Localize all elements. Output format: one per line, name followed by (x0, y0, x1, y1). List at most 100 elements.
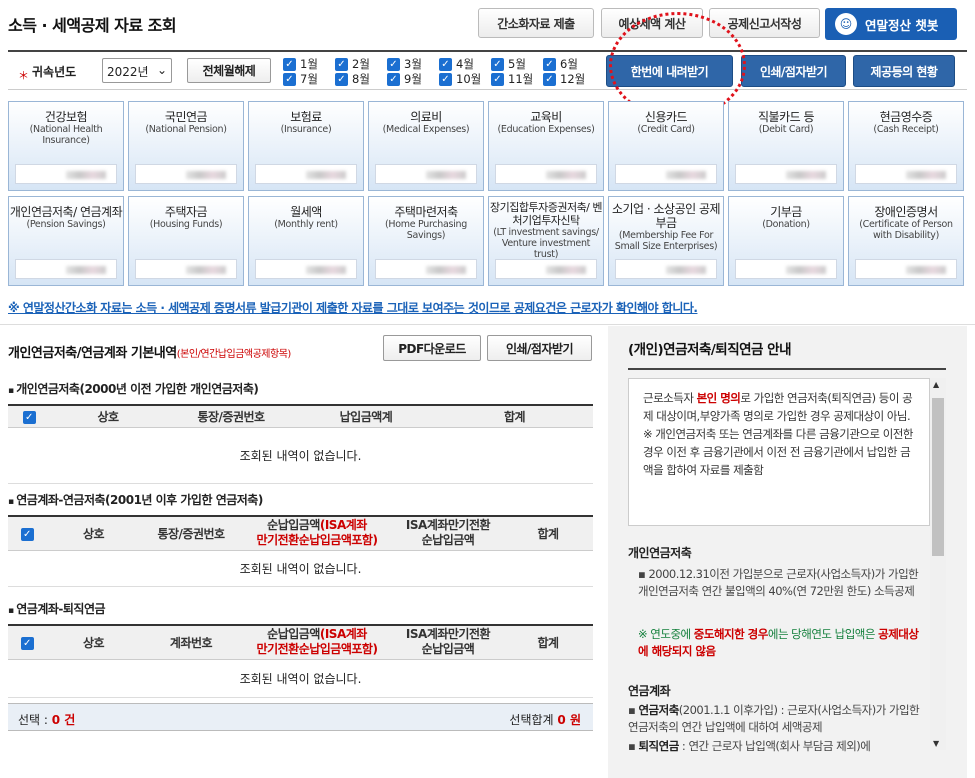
scroll-up-icon[interactable]: ▲ (933, 380, 939, 389)
checkbox-icon: ✓ (335, 57, 348, 71)
card-health-insurance[interactable]: 건강보험 (National Health Insurance) (8, 101, 124, 191)
submit-simplified-data-button[interactable]: 간소화자료 제출 (478, 8, 594, 38)
guide-heading-pension-account: 연금계좌 (628, 684, 671, 698)
guide-text-2: ▪ 연금저축(2001.1.1 이후가입) : 근로자(사업소득자)가 가입한 … (628, 703, 920, 734)
month-checkboxes: ✓ 1월 ✓ 2월 ✓ 3월 ✓ 4월 ✓ 5월 ✓ 6월 ✓ 7월 ✓ 8월 ✓ 9월 ✓ 10월… (283, 57, 595, 86)
card-credit-card[interactable]: 신용카드 (Credit Card) (608, 101, 724, 191)
card-lt-investment-savings[interactable]: 장기집합투자증권저축/ 벤처기업투자신탁 (LT investment savin… (488, 196, 604, 286)
card-education-expenses[interactable]: 교육비 (Education Expenses) (488, 101, 604, 191)
amount-field (375, 164, 477, 184)
scroll-thumb[interactable] (932, 398, 944, 556)
checkbox-icon: ✓ (22, 410, 36, 424)
summary-bar: 선택 : 0 건 선택합계 0 원 (8, 703, 593, 731)
checkbox-icon: ✓ (543, 57, 556, 71)
table-personal-pension: ✓ 상호 통장/증권번호 납입금액계 합계 조회된 내역이 없습니다. (8, 404, 593, 484)
card-small-enterprise-fee[interactable]: 소기업 · 소상공인 공제부금 (Membership Fee For Small… (608, 196, 724, 286)
month-checkbox[interactable]: ✓ 11월 (491, 72, 543, 86)
month-checkbox[interactable]: ✓ 2월 (335, 57, 387, 71)
checkbox-icon: ✓ (20, 527, 34, 541)
amount-field (135, 164, 237, 184)
scroll-down-icon[interactable]: ▼ (933, 739, 939, 748)
clear-all-months-button[interactable]: 전체월해제 (187, 58, 271, 83)
scrollbar[interactable]: ▲ ▼ (930, 378, 946, 750)
required-mark: ＊ (18, 69, 29, 82)
card-debit-card[interactable]: 직불카드 등 (Debit Card) (728, 101, 844, 191)
amount-field (855, 164, 957, 184)
month-checkbox[interactable]: ✓ 3월 (387, 57, 439, 71)
checkbox-icon: ✓ (283, 57, 296, 71)
table-retirement-pension: ✓ 상호 계좌번호 순납입금액(ISA계좌 만기전환순납입금액포함) ISA계좌만… (8, 624, 593, 698)
notice-text: ※ 연말정산간소화 자료는 소득 · 세액공제 증명서류 발급기관이 제출한 자… (8, 301, 698, 315)
checkbox-icon: ✓ (387, 57, 400, 71)
guide-title: (개인)연금저축/퇴직연금 안내 (628, 338, 946, 370)
month-checkbox[interactable]: ✓ 1월 (283, 57, 335, 71)
chatbot-button[interactable]: ☺ 연말정산 챗봇 (825, 8, 957, 40)
select-count: 0 건 (51, 713, 76, 727)
month-checkbox[interactable]: ✓ 8월 (335, 72, 387, 86)
guide-text-1: ▪ 2000.12.31이전 가입분으로 근로자(사업소득자)가 가입한 개인연… (638, 567, 919, 598)
print-braille-button[interactable]: 인쇄/점자받기 (741, 55, 846, 87)
month-checkbox[interactable]: ✓ 6월 (543, 57, 595, 71)
amount-field (255, 259, 357, 279)
select-all-checkbox[interactable]: ✓ (8, 405, 50, 428)
card-monthly-rent[interactable]: 월세액 (Monthly rent) (248, 196, 364, 286)
chatbot-label: 연말정산 챗봇 (865, 17, 939, 33)
table-title-retirement-pension: 연금계좌-퇴직연금 (8, 600, 105, 617)
amount-field (735, 164, 837, 184)
card-medical-expenses[interactable]: 의료비 (Medical Expenses) (368, 101, 484, 191)
table-title-pension-savings: 연금계좌-연금저축(2001년 이후 가입한 연금저축) (8, 491, 263, 508)
checkbox-icon: ✓ (491, 57, 504, 71)
amount-field (15, 164, 117, 184)
select-all-checkbox[interactable]: ✓ (8, 625, 46, 660)
print-braille-button-2[interactable]: 인쇄/점자받기 (487, 335, 592, 361)
card-disability-certificate[interactable]: 장애인증명서 (Certificate of Person with Disabi… (848, 196, 964, 286)
month-checkbox[interactable]: ✓ 12월 (543, 72, 595, 86)
checkbox-icon: ✓ (387, 72, 400, 86)
table-pension-savings: ✓ 상호 통장/증권번호 순납입금액(ISA계좌 만기전환순납입금액포함) ISA… (8, 515, 593, 587)
month-checkbox[interactable]: ✓ 10월 (439, 72, 491, 86)
amount-field (855, 259, 957, 279)
checkbox-icon: ✓ (20, 636, 34, 650)
amount-field (255, 164, 357, 184)
divider (0, 324, 975, 325)
empty-row: 조회된 내역이 없습니다. (8, 550, 593, 587)
checkbox-icon: ✓ (491, 72, 504, 86)
amount-field (615, 164, 717, 184)
card-home-purchasing-savings[interactable]: 주택마련저축 (Home Purchasing Savings) (368, 196, 484, 286)
table-title-personal-pension: 개인연금저축(2000년 이전 가입한 개인연금저축) (8, 380, 259, 397)
amount-field (495, 164, 597, 184)
card-donation[interactable]: 기부금 (Donation) (728, 196, 844, 286)
empty-row: 조회된 내역이 없습니다. (8, 427, 593, 484)
amount-field (735, 259, 837, 279)
amount-field (615, 259, 717, 279)
guide-note-1: ※ 연도중에 중도해지한 경우에는 당해연도 납입액은 공제대상에 해당되지 않… (638, 627, 919, 658)
month-checkbox[interactable]: ✓ 9월 (387, 72, 439, 86)
card-cash-receipt[interactable]: 현금영수증 (Cash Receipt) (848, 101, 964, 191)
pdf-download-button[interactable]: PDF다운로드 (383, 335, 481, 361)
provision-status-button[interactable]: 제공등의 현황 (853, 55, 955, 87)
amount-field (135, 259, 237, 279)
amount-field (495, 259, 597, 279)
amount-field (375, 259, 477, 279)
card-pension-savings[interactable]: 개인연금저축/ 연금계좌 (Pension Savings) (8, 196, 124, 286)
select-all-checkbox[interactable]: ✓ (8, 516, 46, 551)
month-checkbox[interactable]: ✓ 5월 (491, 57, 543, 71)
checkbox-icon: ✓ (543, 72, 556, 86)
card-insurance[interactable]: 보험료 (Insurance) (248, 101, 364, 191)
total-value: 0 원 (557, 713, 581, 727)
guide-text-3: ▪ 퇴직연금 : 연간 근로자 납입액(회사 부담금 제외)에 (628, 739, 871, 753)
amount-field (15, 259, 117, 279)
guide-box: 근로소득자 본인 명의로 가입한 연금저축(퇴직연금) 등이 공제 대상이며,부… (628, 378, 930, 526)
page-title: 소득 · 세액공제 자료 조회 (8, 16, 177, 35)
card-housing-funds[interactable]: 주택자금 (Housing Funds) (128, 196, 244, 286)
year-value: 2022년 (107, 65, 149, 79)
month-checkbox[interactable]: ✓ 7월 (283, 72, 335, 86)
month-checkbox[interactable]: ✓ 4월 (439, 57, 491, 71)
checkbox-icon: ✓ (439, 72, 452, 86)
checkbox-icon: ✓ (439, 57, 452, 71)
chevron-down-icon: ⌄ (156, 63, 167, 77)
card-national-pension[interactable]: 국민연금 (National Pension) (128, 101, 244, 191)
year-select[interactable]: 2022년 ⌄ (102, 58, 172, 83)
empty-row: 조회된 내역이 없습니다. (8, 659, 593, 698)
section-title: 개인연금저축/연금계좌 기본내역(본인/연간납입금액공제항목) (8, 346, 291, 361)
